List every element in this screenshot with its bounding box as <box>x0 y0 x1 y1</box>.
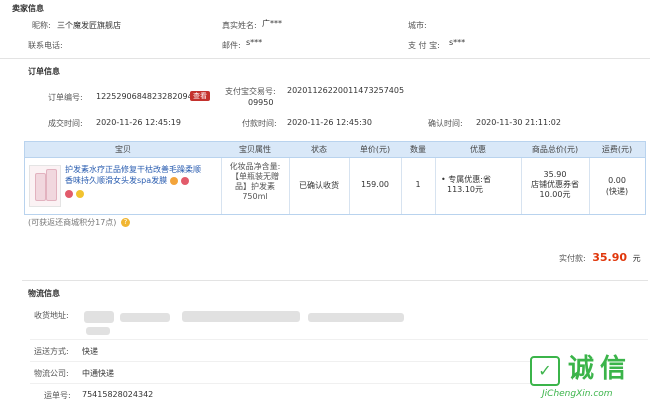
discount-line2: 113.10元 <box>447 185 483 194</box>
th-quantity: 数量 <box>410 145 426 154</box>
alipay-trade-label: 支付宝交易号: <box>225 87 276 96</box>
address-label: 收货地址: <box>34 311 69 320</box>
product-title-link[interactable]: 护发素水疗正品修复干枯改善毛躁柔顺 香味持久顺滑女头发spa发膜 <box>65 164 201 199</box>
bottle-shape <box>46 169 57 201</box>
seller-email-label: 邮件: <box>222 41 241 50</box>
seller-alipay-label: 支 付 宝: <box>408 41 440 50</box>
total-cell: 35.90 店铺优惠券省 10.00元 <box>521 170 589 200</box>
alipay-trade-value-line2: 09950 <box>248 98 274 107</box>
table-row: 护发素水疗正品修复干枯改善毛躁柔顺 香味持久顺滑女头发spa发膜 化妆品净含量:… <box>25 158 645 214</box>
th-item: 宝贝 <box>115 145 131 154</box>
seller-section-title: 卖家信息 <box>12 4 44 13</box>
deal-time-label: 成交时间: <box>48 119 83 128</box>
attributes-cell: 化妆品净含量: 【单瓶装无赠 品】护发素 750ml <box>221 162 289 202</box>
th-discount: 优惠 <box>470 145 486 154</box>
tracking-number-value: 75415828024342 <box>82 390 154 399</box>
order-number-value: 1225290684823282094 <box>96 92 193 101</box>
bottle-shape <box>35 173 46 201</box>
col-divider <box>435 158 436 214</box>
help-icon[interactable]: ? <box>120 218 130 227</box>
status-cell: 已确认收货 <box>299 181 339 190</box>
unit-price-cell: 159.00 <box>361 180 389 189</box>
order-section-title: 订单信息 <box>28 67 60 76</box>
badge-icon <box>76 189 84 198</box>
th-unit-price: 单价(元) <box>359 145 391 154</box>
total-amount: 35.90 <box>543 170 567 179</box>
seller-city-label: 城市: <box>408 21 427 30</box>
section-divider <box>22 280 648 281</box>
paid-total: 实付款: 35.90 元 <box>559 251 641 264</box>
seller-realname-value: 广*** <box>262 19 282 28</box>
address-blurred <box>86 327 110 335</box>
shipping-amount: 0.00 <box>608 176 626 185</box>
pay-time-label: 付款时间: <box>242 119 277 128</box>
paid-amount: 35.90 <box>592 251 628 264</box>
shipping-cell: 0.00 (快递) <box>589 175 645 197</box>
attr-line4: 750ml <box>242 192 268 201</box>
pay-time-value: 2020-11-26 12:45:30 <box>287 118 372 127</box>
th-shipping: 运费(元) <box>601 145 633 154</box>
logistics-company-value: 中通快递 <box>82 369 114 378</box>
seller-email-value: s*** <box>246 38 263 47</box>
total-coupon-amount: 10.00元 <box>539 190 571 199</box>
order-items-table: 宝贝 宝贝属性 状态 单价(元) 数量 优惠 商品总价(元) 运费(元) 护发素… <box>24 141 646 215</box>
deal-time-value: 2020-11-26 12:45:19 <box>96 118 181 127</box>
product-title-line1: 护发素水疗正品修复干枯改善毛躁柔顺 <box>65 165 201 174</box>
seller-alipay-value: s*** <box>449 38 466 47</box>
th-attributes: 宝贝属性 <box>239 145 271 154</box>
product-thumbnail[interactable] <box>29 165 61 207</box>
row-divider <box>30 383 530 384</box>
watermark-url: JiChengXin.com <box>542 389 613 399</box>
logistics-company-label: 物流公司: <box>34 369 69 378</box>
paid-label: 实付款: <box>559 254 586 263</box>
shipping-method-value: 快递 <box>82 347 98 356</box>
badge-icon <box>65 189 73 198</box>
address-blurred <box>308 313 404 322</box>
th-status: 状态 <box>311 145 327 154</box>
seller-realname-label: 真实姓名: <box>222 21 257 30</box>
seller-nickname-value: 三个魔发匠旗舰店 <box>57 21 121 30</box>
points-note-text: (可获返还商城积分17点) <box>28 218 117 227</box>
table-header-row: 宝贝 宝贝属性 状态 单价(元) 数量 优惠 商品总价(元) 运费(元) <box>25 142 645 158</box>
badge-icon <box>181 176 190 185</box>
shipping-method: (快递) <box>605 187 629 196</box>
th-total: 商品总价(元) <box>531 145 579 154</box>
discount-cell: • 专属优惠:省 113.10元 <box>441 175 491 195</box>
quantity-cell: 1 <box>415 180 421 189</box>
address-blurred <box>120 313 170 322</box>
order-number-label: 订单编号: <box>48 93 83 102</box>
seller-nickname-label: 昵称: <box>32 21 51 30</box>
attr-line1: 化妆品净含量: <box>229 162 281 171</box>
watermark-logo-icon: ✓ <box>530 356 560 386</box>
badge-icon <box>170 176 179 185</box>
shipping-method-label: 运送方式: <box>34 347 69 356</box>
watermark-text: 诚信 <box>568 354 633 384</box>
attr-line3: 品】护发素 <box>235 182 275 191</box>
attr-line2: 【单瓶装无赠 <box>231 172 279 181</box>
seller-contact-label: 联系电话: <box>28 41 63 50</box>
confirm-time-value: 2020-11-30 21:11:02 <box>476 118 561 127</box>
discount-line1: • 专属优惠:省 <box>441 175 491 184</box>
logistics-section-title: 物流信息 <box>28 289 60 298</box>
site-watermark: ✓ 诚信 JiChengXin.com <box>528 352 646 404</box>
alipay-trade-value-line1: 2020112622001147325740​5 <box>287 86 405 95</box>
product-badges-row <box>65 188 201 199</box>
row-divider <box>30 361 530 362</box>
product-title-line2-row: 香味持久顺滑女头发spa发膜 <box>65 175 201 186</box>
total-coupon-label: 店铺优惠券省 <box>531 180 579 189</box>
confirm-time-label: 确认时间: <box>428 119 463 128</box>
row-divider <box>30 339 648 340</box>
address-blurred <box>84 311 114 323</box>
paid-unit: 元 <box>632 254 641 263</box>
order-quick-button[interactable]: 查看 <box>190 91 210 101</box>
tracking-number-label: 运单号: <box>44 391 71 400</box>
points-note: (可获返还商城积分17点) ? <box>28 217 130 228</box>
section-divider <box>0 58 650 59</box>
address-blurred <box>182 311 300 322</box>
product-title-line2: 香味持久顺滑女头发spa发膜 <box>65 176 168 185</box>
